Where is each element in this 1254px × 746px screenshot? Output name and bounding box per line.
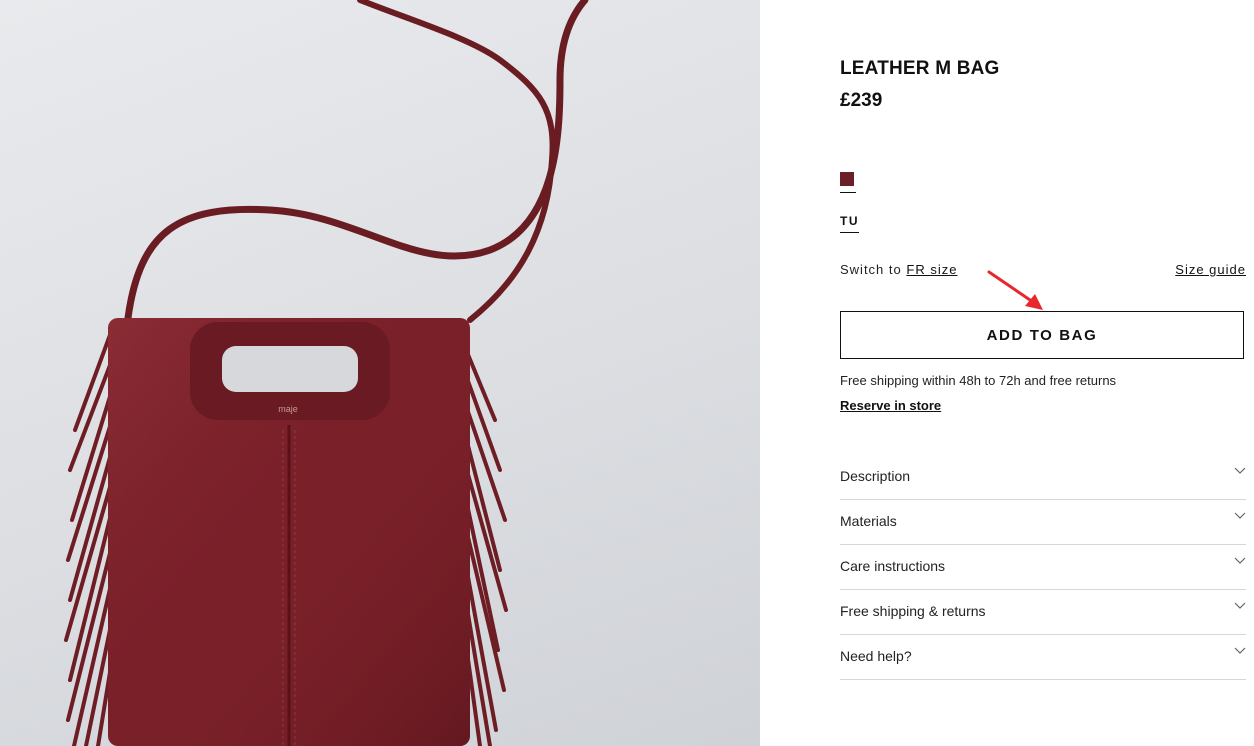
accordion-description[interactable]: Description (840, 455, 1246, 500)
swatch-underline (840, 192, 856, 193)
accordion-label: Free shipping & returns (840, 603, 986, 619)
accordion-shipping-returns[interactable]: Free shipping & returns (840, 590, 1246, 635)
fr-size-link[interactable]: FR size (906, 262, 957, 277)
size-option-tu[interactable]: TU (840, 214, 859, 233)
shipping-note: Free shipping within 48h to 72h and free… (840, 373, 1117, 388)
accordion-label: Materials (840, 513, 897, 529)
reserve-in-store-link[interactable]: Reserve in store (840, 398, 941, 413)
accordion-label: Care instructions (840, 558, 946, 574)
chevron-down-icon (1234, 512, 1246, 519)
leather-bag-illustration: maje (64, 0, 589, 746)
product-title: LEATHER M BAG (840, 58, 1000, 79)
product-price: £239 (840, 90, 883, 111)
red-arrow-icon (987, 270, 1043, 310)
accordion-need-help[interactable]: Need help? (840, 635, 1246, 680)
product-image: maje (0, 0, 760, 746)
size-guide-link[interactable]: Size guide (1175, 262, 1246, 277)
chevron-down-icon (1234, 647, 1246, 654)
color-chip (840, 172, 854, 186)
accordion-label: Need help? (840, 648, 912, 664)
chevron-down-icon (1234, 557, 1246, 564)
product-accordion: Description Materials Care instructions … (840, 455, 1246, 680)
accordion-care-instructions[interactable]: Care instructions (840, 545, 1246, 590)
color-swatch[interactable] (840, 172, 856, 194)
brand-logo: maje (278, 404, 298, 414)
add-to-bag-button[interactable]: ADD TO BAG (840, 311, 1244, 359)
product-details: LEATHER M BAG £239 TU Switch to FR size … (840, 0, 1246, 746)
switch-size-prefix: Switch to (840, 262, 902, 277)
accordion-materials[interactable]: Materials (840, 500, 1246, 545)
chevron-down-icon (1234, 602, 1246, 609)
chevron-down-icon (1234, 467, 1246, 474)
accordion-label: Description (840, 468, 911, 484)
